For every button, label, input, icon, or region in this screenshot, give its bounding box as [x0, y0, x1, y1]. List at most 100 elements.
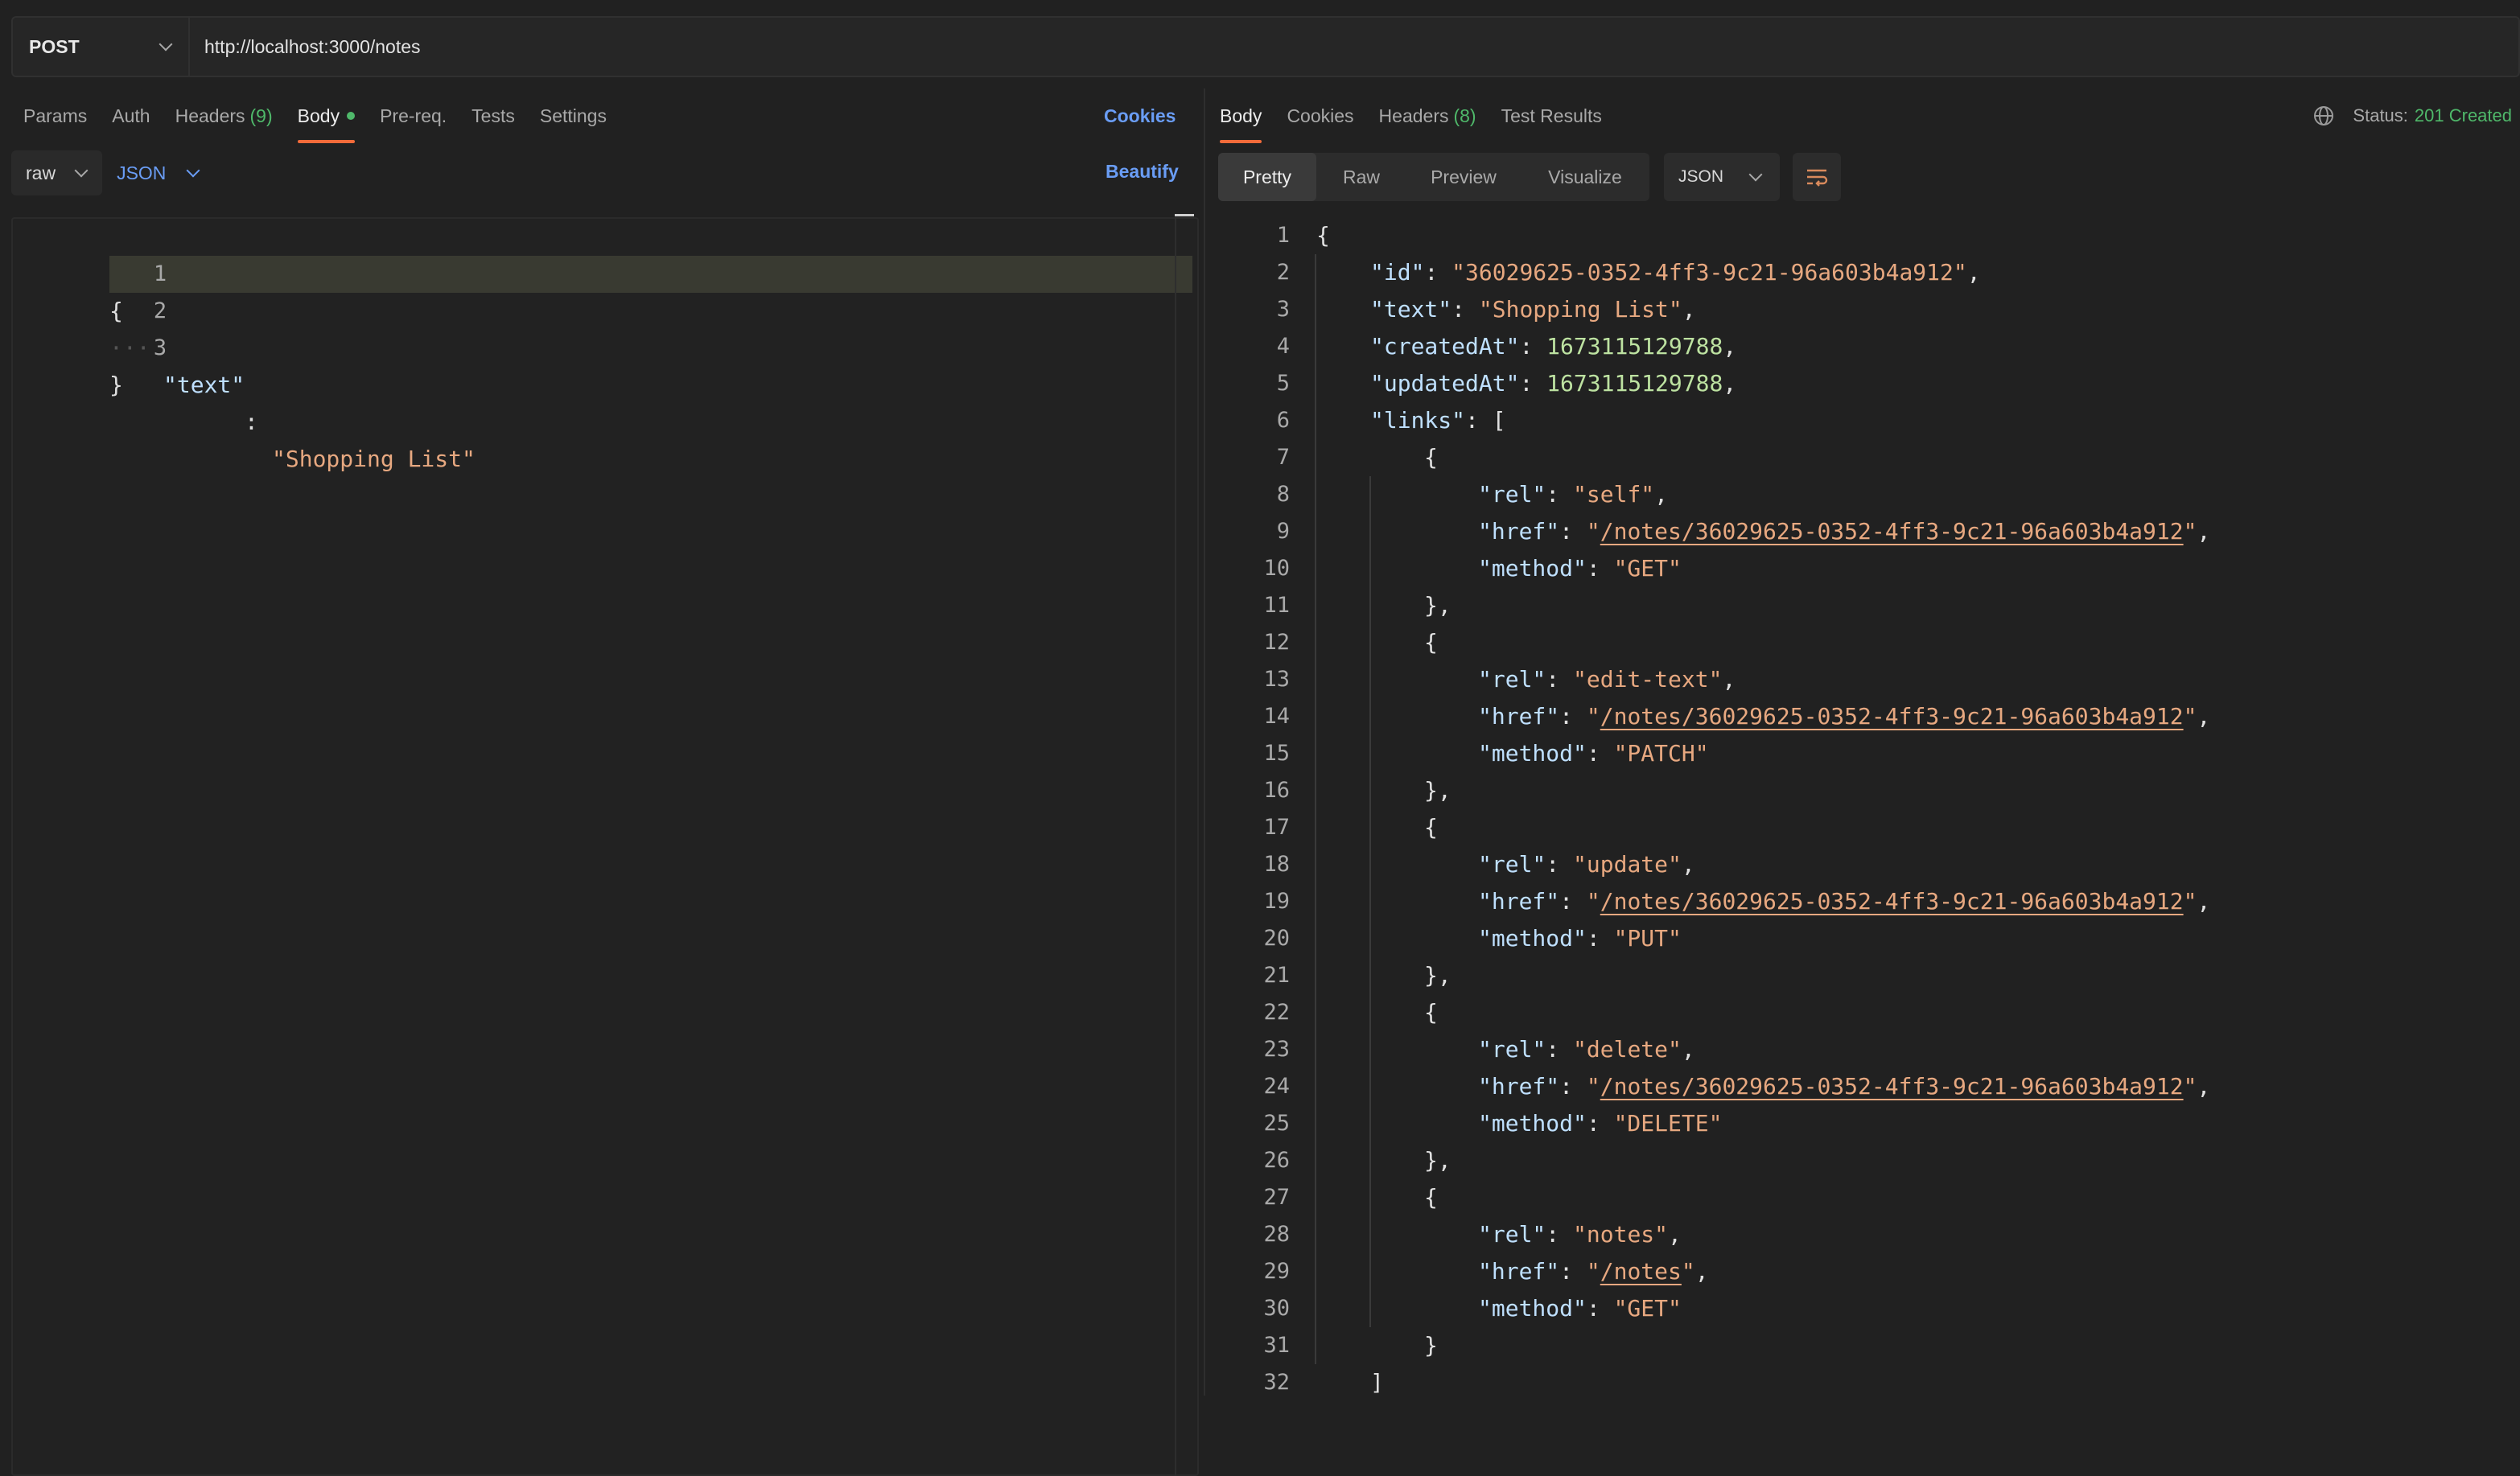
- json-key: "createdAt": [1370, 333, 1520, 360]
- tab-test-results[interactable]: Test Results: [1501, 88, 1602, 143]
- punctuation: :: [1546, 1036, 1574, 1063]
- beautify-button[interactable]: Beautify: [1106, 161, 1179, 183]
- globe-icon[interactable]: [2312, 105, 2335, 127]
- json-key: "rel": [1478, 851, 1546, 878]
- code-content: "method": "GET": [1478, 1290, 1682, 1327]
- view-pretty[interactable]: Pretty: [1218, 153, 1316, 201]
- line-number: 3: [1276, 297, 1290, 322]
- current-line-highlight: [109, 256, 1192, 293]
- line-number: 17: [1263, 815, 1290, 840]
- tab-auth[interactable]: Auth: [112, 88, 150, 143]
- punctuation: ,: [1682, 296, 1696, 323]
- code-content: "updatedAt": 1673115129788,: [1370, 365, 1736, 402]
- line-number: 8: [1276, 482, 1290, 507]
- code-content: "rel": "edit-text",: [1478, 661, 1736, 698]
- body-mode-label: raw: [26, 162, 56, 183]
- code-line: 22 {: [1205, 994, 2520, 1031]
- code-line: 14 "href": "/notes/36029625-0352-4ff3-9c2…: [1205, 698, 2520, 735]
- json-string: "GET": [1613, 555, 1682, 582]
- code-line: 10 "method": "GET": [1205, 550, 2520, 587]
- line-number: 29: [1263, 1259, 1290, 1284]
- response-view-modes: Pretty Raw Preview Visualize: [1218, 153, 1649, 201]
- status-value[interactable]: 201 Created: [2415, 105, 2512, 126]
- punctuation: :: [1451, 296, 1479, 323]
- json-link[interactable]: /notes/36029625-0352-4ff3-9c21-96a603b4a…: [1600, 1073, 2184, 1100]
- code-line: 23 "rel": "delete",: [1205, 1031, 2520, 1068]
- chevron-down-icon: [186, 163, 200, 178]
- tab-pre-request[interactable]: Pre-req.: [380, 88, 447, 143]
- punctuation: ,: [1681, 1036, 1695, 1063]
- line-number: 23: [1263, 1037, 1290, 1062]
- line-number: 14: [1263, 704, 1290, 729]
- line-number: 6: [1276, 408, 1290, 433]
- punctuation: :: [1586, 1110, 1614, 1137]
- punctuation: ,: [2197, 703, 2211, 730]
- colon: :: [245, 409, 258, 435]
- url-input[interactable]: http://localhost:3000/notes: [190, 36, 421, 58]
- response-format-select[interactable]: JSON: [1664, 153, 1780, 201]
- code-content: "href": "/notes/36029625-0352-4ff3-9c21-…: [1478, 698, 2210, 735]
- code-content: "method": "PATCH": [1478, 735, 1709, 772]
- json-string: "PUT": [1613, 925, 1682, 952]
- tab-label: Settings: [539, 105, 607, 126]
- punctuation: },: [1424, 962, 1451, 989]
- view-visualize[interactable]: Visualize: [1521, 153, 1649, 201]
- punctuation: :: [1519, 333, 1547, 360]
- view-raw[interactable]: Raw: [1316, 153, 1406, 201]
- line-number: 32: [1263, 1370, 1290, 1395]
- punctuation: ,: [1668, 1221, 1682, 1248]
- punctuation: :: [1586, 555, 1614, 582]
- tab-response-cookies[interactable]: Cookies: [1287, 88, 1353, 143]
- json-key: "id": [1370, 259, 1425, 286]
- code-content: "rel": "delete",: [1478, 1031, 1695, 1068]
- json-link[interactable]: /notes/36029625-0352-4ff3-9c21-96a603b4a…: [1600, 518, 2184, 545]
- tab-response-body[interactable]: Body: [1220, 88, 1262, 143]
- scrollbar-marker: [1175, 214, 1194, 216]
- tab-params[interactable]: Params: [23, 88, 87, 143]
- request-body-editor[interactable]: 1 { 2 ··· "text" : "Shopping List" 3 }: [11, 217, 1199, 1476]
- code-content: {: [1424, 994, 1438, 1031]
- code-line: 24 "href": "/notes/36029625-0352-4ff3-9c2…: [1205, 1068, 2520, 1105]
- wrap-lines-button[interactable]: [1793, 153, 1841, 201]
- tab-label: Tests: [471, 105, 515, 126]
- tab-settings[interactable]: Settings: [540, 88, 607, 143]
- code-content: "text": "Shopping List",: [1370, 291, 1696, 328]
- editor-scrollbar[interactable]: [1175, 217, 1176, 1476]
- body-language-select[interactable]: JSON: [117, 162, 200, 184]
- code-content: "createdAt": 1673115129788,: [1370, 328, 1736, 365]
- json-key: "method": [1478, 1295, 1587, 1322]
- punctuation: :: [1546, 851, 1574, 878]
- tab-response-headers[interactable]: Headers (8): [1379, 88, 1476, 143]
- punctuation: :: [1519, 370, 1547, 397]
- code-line: 11},: [1205, 587, 2520, 624]
- code-line: 3 "text": "Shopping List",: [1205, 291, 2520, 328]
- line-number: 3: [153, 335, 167, 360]
- code-line: 3 }: [13, 293, 167, 398]
- method-select[interactable]: POST: [13, 18, 190, 76]
- body-mode-select[interactable]: raw: [11, 150, 103, 195]
- json-link[interactable]: /notes: [1600, 1258, 1682, 1285]
- code-content: {: [1424, 1179, 1438, 1216]
- code-content: "href": "/notes/36029625-0352-4ff3-9c21-…: [1478, 1068, 2210, 1105]
- response-format-label: JSON: [1678, 167, 1724, 186]
- response-body-viewer[interactable]: 1{2 "id": "36029625-0352-4ff3-9c21-96a603…: [1205, 217, 2520, 1396]
- tab-headers[interactable]: Headers (9): [175, 88, 273, 143]
- code-content: "method": "PUT": [1478, 920, 1682, 957]
- punctuation: ]: [1370, 1369, 1384, 1396]
- json-key: "href": [1478, 1073, 1560, 1100]
- json-key: "rel": [1478, 1036, 1546, 1063]
- json-string: "36029625-0352-4ff3-9c21-96a603b4a912": [1451, 259, 1967, 286]
- code-content: },: [1424, 1142, 1451, 1179]
- json-link[interactable]: /notes/36029625-0352-4ff3-9c21-96a603b4a…: [1600, 888, 2184, 915]
- code-line: 18 "rel": "update",: [1205, 846, 2520, 883]
- json-string: ": [2183, 888, 2197, 915]
- tab-tests[interactable]: Tests: [471, 88, 515, 143]
- punctuation: :: [1559, 518, 1587, 545]
- view-preview[interactable]: Preview: [1406, 153, 1521, 201]
- cookies-link[interactable]: Cookies: [1104, 105, 1176, 127]
- tab-body[interactable]: Body: [297, 88, 356, 143]
- line-number: 30: [1263, 1296, 1290, 1321]
- json-link[interactable]: /notes/36029625-0352-4ff3-9c21-96a603b4a…: [1600, 703, 2184, 730]
- code-line: 20 "method": "PUT": [1205, 920, 2520, 957]
- code-line: 27 {: [1205, 1179, 2520, 1216]
